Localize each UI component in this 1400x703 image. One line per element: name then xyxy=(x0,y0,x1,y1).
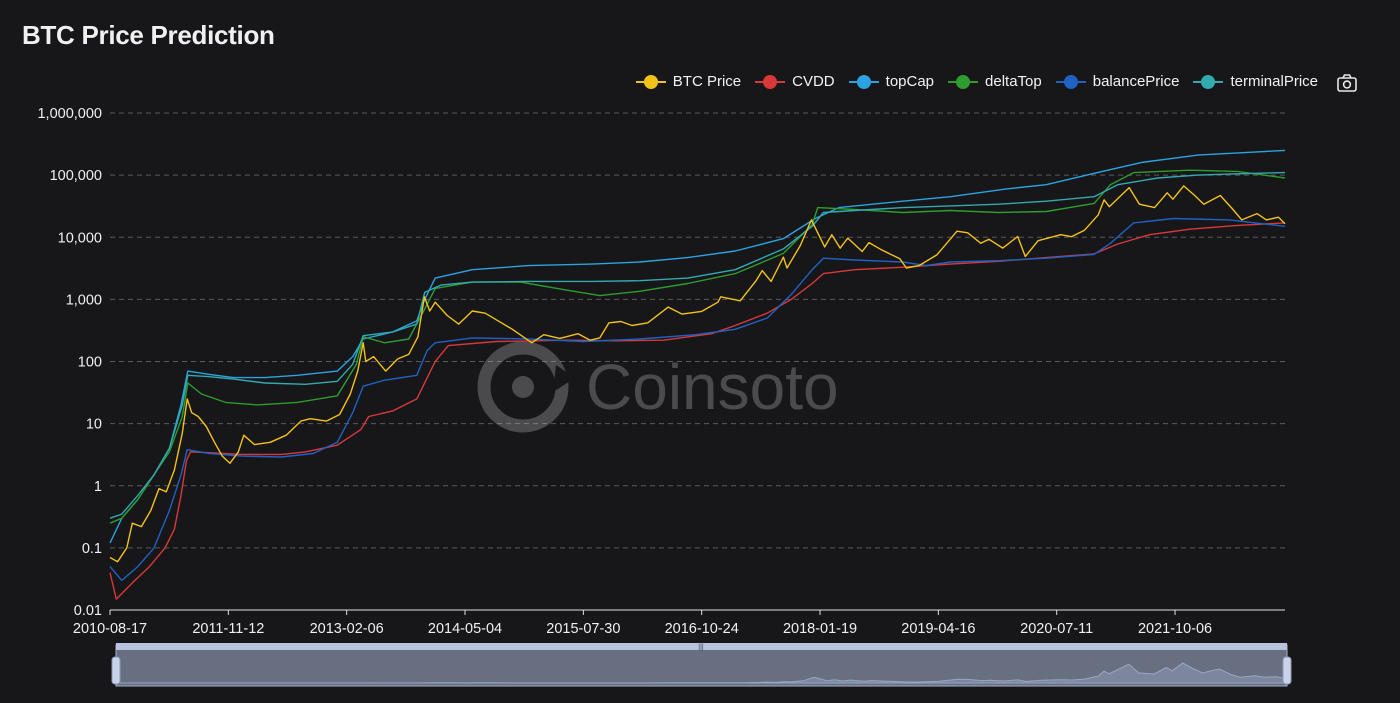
x-tick-label: 2018-01-19 xyxy=(783,621,857,637)
watermark: Coinsoto xyxy=(477,341,839,433)
watermark-logo-dot xyxy=(512,376,534,398)
slider-selection[interactable] xyxy=(116,645,1287,686)
zoom-slider[interactable]: ||| xyxy=(111,643,1292,687)
x-tick-label: 2015-07-30 xyxy=(546,621,620,637)
x-tick-label: 2019-04-16 xyxy=(901,621,975,637)
slider-grip-icon: ||| xyxy=(698,644,704,651)
y-tick-label: 100,000 xyxy=(50,168,102,184)
x-tick-label: 2010-08-17 xyxy=(73,621,147,637)
y-axis-ticks: 0.01 0.1 1 10 100 1,000 10,000 100,000 1,000,000 xyxy=(37,106,102,619)
x-axis-ticks: 2010-08-17 2011-11-12 2013-02-06 2014-05-04… xyxy=(73,610,1212,637)
slider-handle-right[interactable] xyxy=(1282,656,1292,685)
y-tick-label: 10,000 xyxy=(58,230,102,246)
y-tick-label: 1,000,000 xyxy=(37,106,102,122)
x-tick-label: 2021-10-06 xyxy=(1138,621,1212,637)
y-tick-label: 0.1 xyxy=(82,541,102,557)
y-tick-label: 100 xyxy=(78,355,102,371)
y-tick-label: 10 xyxy=(86,417,102,433)
x-tick-label: 2014-05-04 xyxy=(428,621,502,637)
x-tick-label: 2013-02-06 xyxy=(310,621,384,637)
series-line-deltatop xyxy=(109,169,1286,524)
x-tick-label: 2011-11-12 xyxy=(192,621,264,637)
series-line-terminalprice xyxy=(109,171,1286,519)
y-tick-label: 0.01 xyxy=(74,603,102,619)
y-tick-label: 1,000 xyxy=(66,292,102,308)
x-tick-label: 2016-10-24 xyxy=(665,621,739,637)
y-tick-label: 1 xyxy=(94,479,102,495)
series-line-topcap xyxy=(109,149,1286,544)
slider-handle-left[interactable] xyxy=(111,656,121,685)
grid-lines xyxy=(110,112,1285,549)
x-tick-label: 2020-07-11 xyxy=(1020,621,1093,637)
price-chart: Coinsoto 0.01 0.1 1 10 100 1,000 10,000 100,000… xyxy=(37,106,1292,687)
watermark-text: Coinsoto xyxy=(586,351,839,423)
